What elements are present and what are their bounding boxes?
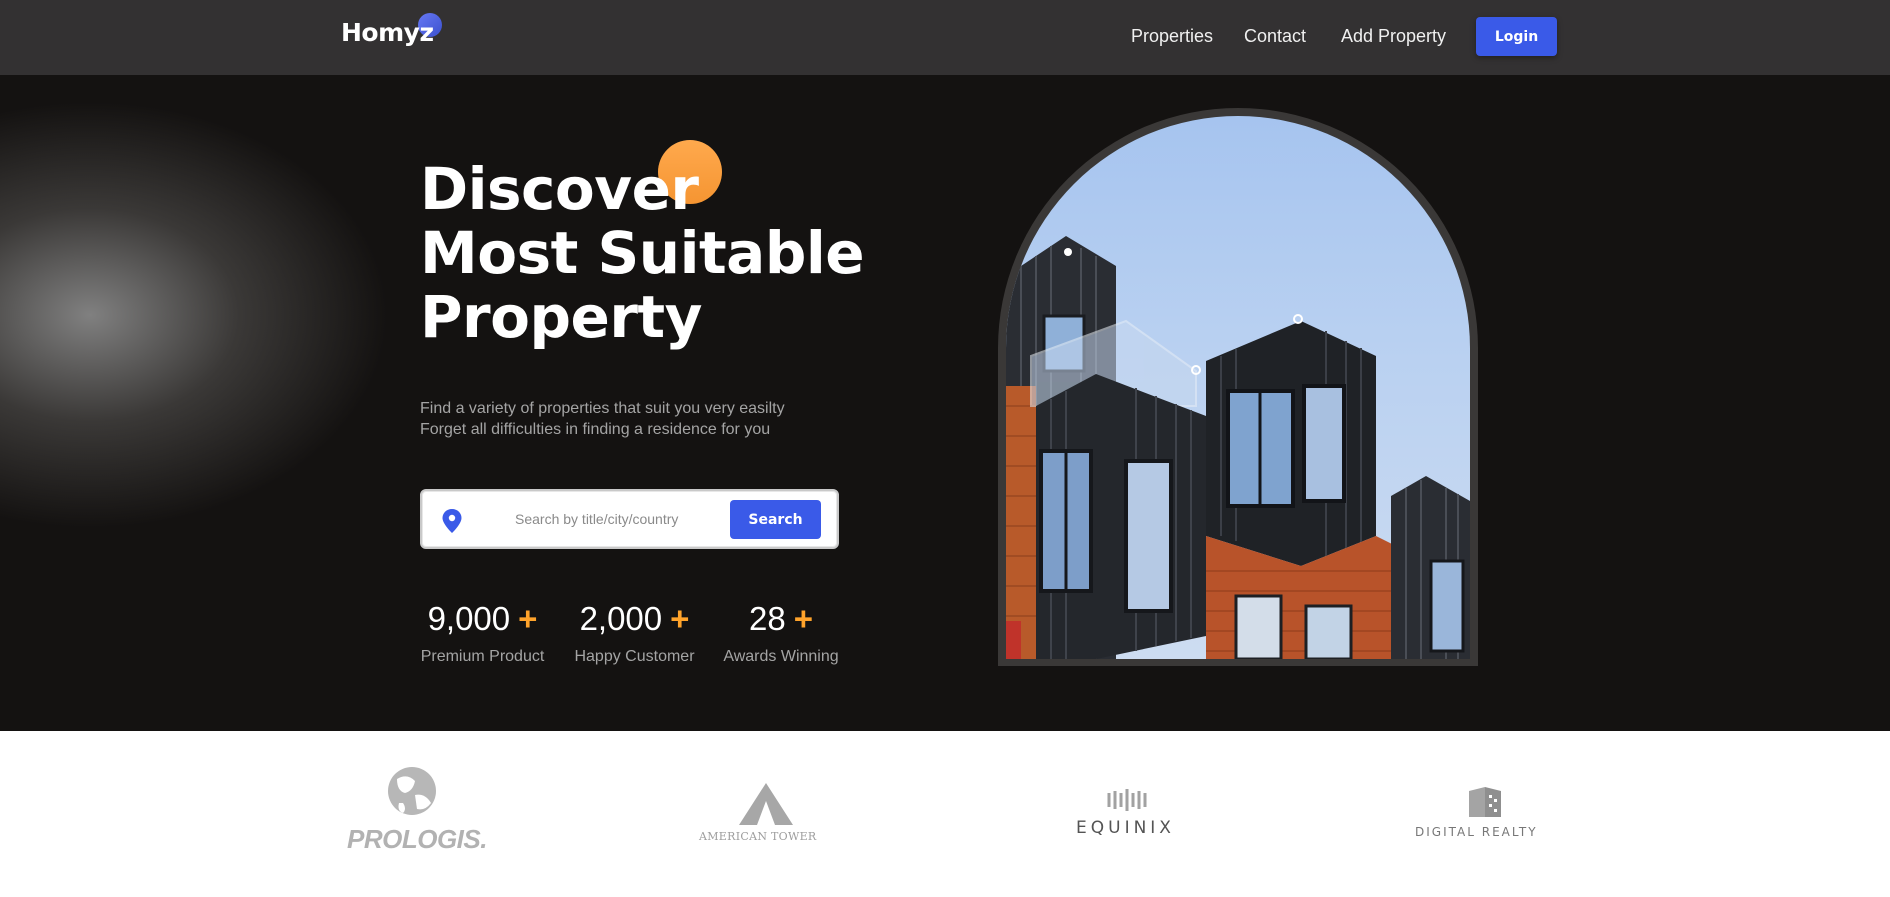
hero-title-line: Property (420, 283, 702, 351)
hero-image-frame (998, 108, 1478, 666)
digital-realty-cube-icon (1469, 787, 1501, 817)
stat-label: Awards Winning (723, 648, 839, 665)
partners-strip: PROLOGIS. AMERICAN TOWER EQUINIX DIGITAL… (0, 731, 1890, 897)
top-navbar: Homyz Properties Contact Add Property Lo… (0, 0, 1890, 75)
hero-title: Discover Most Suitable Property (420, 157, 920, 349)
hero-subtitle-line: Forget all difficulties in finding a res… (420, 421, 771, 438)
search-bar: Search (420, 489, 839, 549)
search-input[interactable] (515, 507, 685, 531)
partner-logo-digital-realty: DIGITAL REALTY (1415, 787, 1560, 847)
search-button[interactable]: Search (730, 500, 821, 539)
partner-name: PROLOGIS. (347, 824, 487, 854)
stat-awards-winning: 28 + Awards Winning (722, 600, 840, 666)
stat-value: 9,000 + (427, 600, 538, 637)
equinix-wave-icon (1107, 789, 1147, 811)
nav-link-add-property[interactable]: Add Property (1341, 26, 1446, 47)
login-button[interactable]: Login (1476, 17, 1557, 56)
hero-title-line: Most Suitable (420, 219, 865, 287)
partner-logo-prologis: PROLOGIS. (345, 765, 487, 855)
background-glow (0, 100, 390, 530)
building-illustration (1006, 236, 1470, 659)
hero-subtitle: Find a variety of properties that suit y… (420, 398, 785, 440)
hero-subtitle-line: Find a variety of properties that suit y… (420, 400, 785, 417)
stat-premium-product: 9,000 + Premium Product (420, 600, 545, 666)
partner-name: AMERICAN TOWER (699, 830, 817, 843)
stat-label: Premium Product (420, 648, 545, 665)
hero-title-line: Discover (420, 155, 699, 223)
stat-value: 28 + (749, 600, 813, 637)
partner-name: EQUINIX (1076, 818, 1175, 838)
location-pin-icon (442, 509, 462, 533)
nav-link-contact[interactable]: Contact (1244, 26, 1306, 47)
partner-logo-american-tower: AMERICAN TOWER (699, 783, 841, 853)
stat-value: 2,000 + (579, 600, 690, 637)
partner-logo-equinix: EQUINIX (1074, 785, 1184, 845)
american-tower-peak-icon (739, 783, 793, 825)
nav-link-properties[interactable]: Properties (1131, 26, 1213, 47)
hero-section: Discover Most Suitable Property Find a v… (0, 75, 1890, 731)
partner-name: DIGITAL REALTY (1415, 825, 1538, 839)
stat-label: Happy Customer (574, 648, 695, 665)
hero-building-image (1006, 116, 1470, 659)
logo[interactable]: Homyz (341, 18, 434, 47)
stat-happy-customer: 2,000 + Happy Customer (572, 600, 697, 666)
